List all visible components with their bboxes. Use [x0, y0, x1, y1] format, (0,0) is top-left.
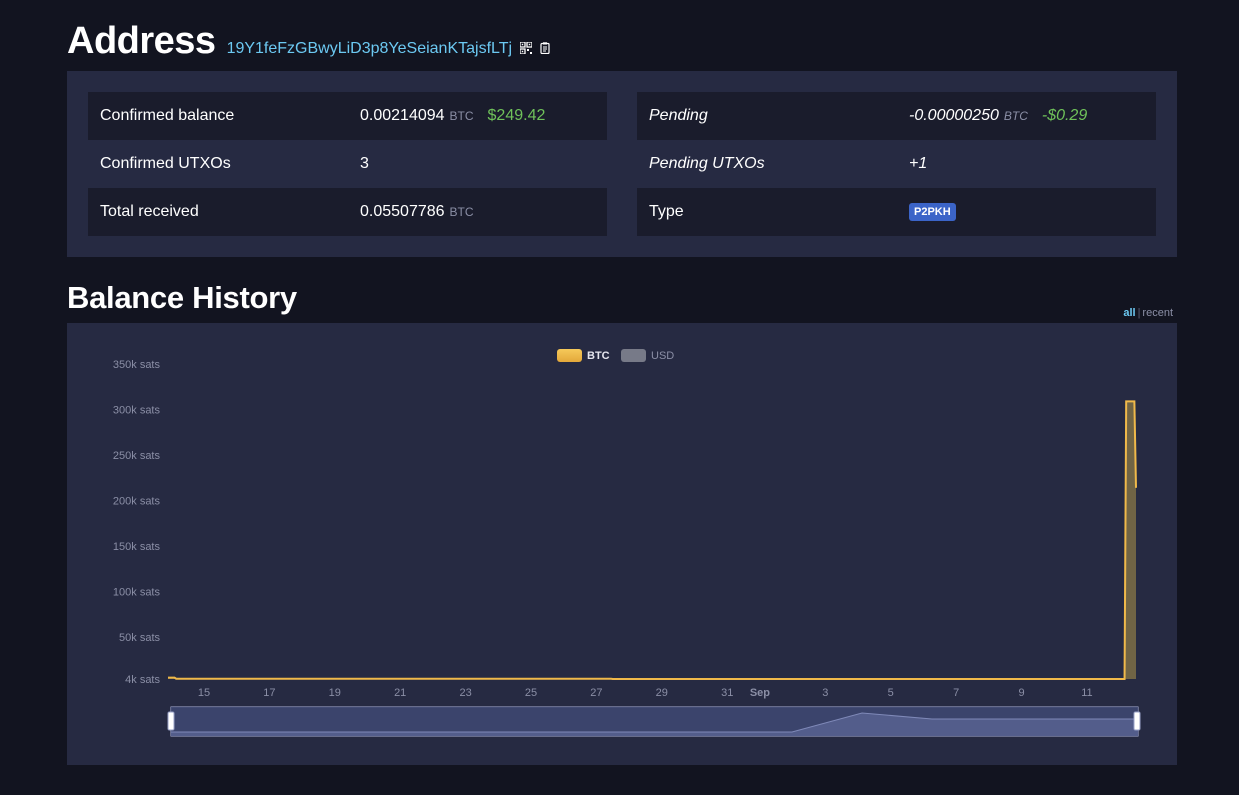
copy-icon[interactable] — [540, 42, 552, 54]
address-summary-panel: Confirmed balance 0.00214094 BTC $249.42… — [67, 71, 1177, 257]
address-hash[interactable]: 19Y1feFzGBwyLiD3p8YeSeianKTajsfLTj — [227, 40, 513, 58]
summary-left-column: Confirmed balance 0.00214094 BTC $249.42… — [88, 92, 607, 236]
y-tick-label: 350k sats — [113, 359, 161, 371]
pending-utxos-value: +1 — [909, 155, 928, 172]
pending-value: -0.00000250 — [909, 107, 999, 124]
legend-swatch-btc[interactable] — [557, 349, 582, 362]
balance-history-chart[interactable]: BTC USD 4k sats 50k sats 100k sats 150k sats 2… — [67, 323, 1177, 765]
qr-code-icon[interactable] — [520, 42, 533, 54]
page-title: Address — [67, 20, 216, 62]
x-tick-label: 27 — [590, 687, 602, 699]
legend-label-btc[interactable]: BTC — [587, 350, 610, 362]
confirmed-utxos-row: Confirmed UTXOs 3 — [88, 140, 607, 188]
pending-usd: -$0.29 — [1041, 107, 1088, 124]
zoom-handle-right[interactable] — [1133, 711, 1141, 731]
address-type-badge: P2PKH — [909, 203, 956, 221]
x-tick-label: 19 — [329, 687, 341, 699]
y-tick-label: 100k sats — [113, 587, 161, 599]
confirmed-utxos-label: Confirmed UTXOs — [100, 155, 231, 172]
x-tick-label: 25 — [525, 687, 537, 699]
x-tick-label: 11 — [1081, 687, 1092, 699]
pending-row: Pending -0.00000250 BTC -$0.29 — [637, 92, 1156, 140]
x-tick-label: 5 — [888, 687, 894, 699]
total-received-label: Total received — [100, 203, 199, 220]
y-tick-label: 150k sats — [113, 541, 161, 553]
y-tick-label: 250k sats — [113, 450, 161, 462]
total-received-unit: BTC — [449, 205, 474, 219]
x-tick-label: 15 — [198, 687, 210, 699]
range-recent-link[interactable]: recent — [1142, 307, 1173, 319]
total-received-value: 0.05507786 — [360, 203, 445, 220]
x-tick-label: 21 — [394, 687, 406, 699]
x-tick-label: 9 — [1018, 687, 1024, 699]
confirmed-balance-unit: BTC — [449, 109, 474, 123]
range-separator: | — [1137, 307, 1141, 319]
x-tick-label: 29 — [656, 687, 668, 699]
zoom-handle-left[interactable] — [167, 711, 175, 731]
range-all-link[interactable]: all — [1123, 307, 1135, 319]
pending-unit: BTC — [1003, 109, 1028, 123]
pending-label: Pending — [649, 107, 708, 124]
x-tick-label: 31 — [721, 687, 733, 699]
summary-right-column: Pending -0.00000250 BTC -$0.29 Pending U… — [637, 92, 1156, 236]
btc-area — [168, 401, 1136, 679]
y-tick-label: 200k sats — [113, 496, 161, 508]
confirmed-utxos-value: 3 — [360, 155, 369, 172]
type-label: Type — [649, 203, 684, 220]
y-tick-label: 300k sats — [113, 405, 161, 417]
balance-history-title: Balance History — [67, 280, 297, 315]
confirmed-balance-value: 0.00214094 — [360, 107, 445, 124]
x-tick-label: 23 — [459, 687, 471, 699]
y-tick-label: 4k sats — [125, 674, 160, 686]
x-tick-label: 17 — [263, 687, 275, 699]
x-tick-label: 7 — [953, 687, 959, 699]
range-links: all | recent — [1123, 307, 1173, 319]
pending-utxos-row: Pending UTXOs +1 — [637, 140, 1156, 188]
pending-utxos-label: Pending UTXOs — [649, 155, 765, 172]
confirmed-balance-label: Confirmed balance — [100, 107, 235, 124]
type-row: Type P2PKH — [637, 188, 1156, 236]
address-header: Address 19Y1feFzGBwyLiD3p8YeSeianKTajsfL… — [67, 20, 552, 63]
confirmed-balance-row: Confirmed balance 0.00214094 BTC $249.42 — [88, 92, 607, 140]
balance-history-chart-panel: BTC USD 4k sats 50k sats 100k sats 150k sats 2… — [67, 323, 1177, 765]
total-received-row: Total received 0.05507786 BTC — [88, 188, 607, 236]
x-tick-label: Sep — [750, 687, 770, 699]
legend-label-usd[interactable]: USD — [651, 350, 674, 362]
y-tick-label: 50k sats — [119, 632, 160, 644]
btc-series-line — [168, 400, 1137, 680]
x-tick-label: 3 — [822, 687, 828, 699]
legend-swatch-usd[interactable] — [621, 349, 646, 362]
confirmed-balance-usd: $249.42 — [487, 107, 546, 124]
